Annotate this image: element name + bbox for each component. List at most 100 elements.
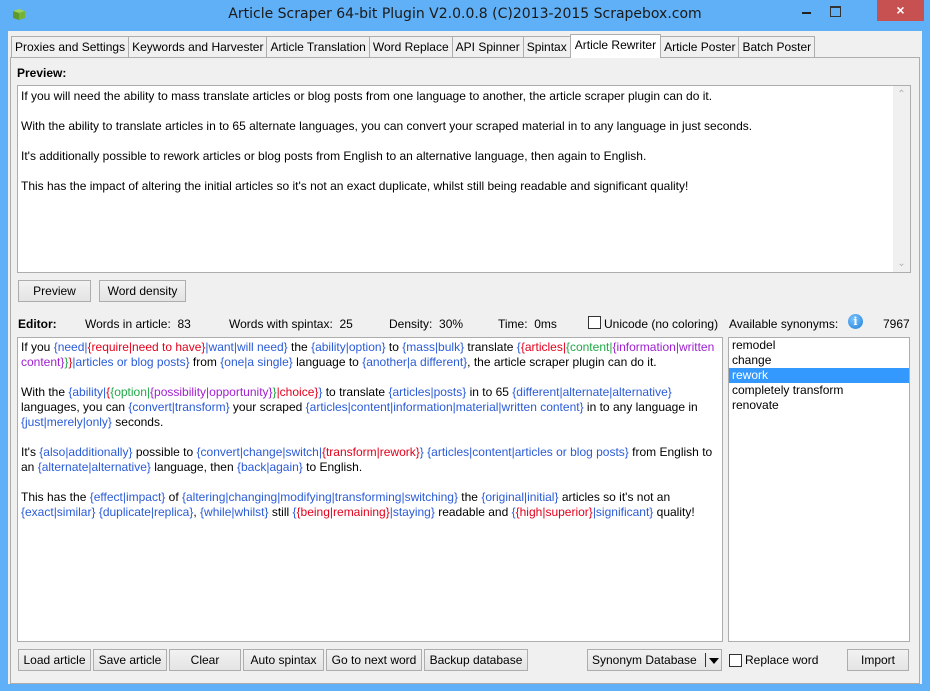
words-with-spintax-value: 25 <box>339 317 353 331</box>
synonym-item[interactable]: renovate <box>729 398 909 413</box>
spintax-segment: {possibility|opportunity} <box>150 385 273 399</box>
info-icon[interactable]: i <box>848 314 863 329</box>
text-segment: languages, you can <box>21 400 129 414</box>
time-value: 0ms <box>534 317 557 331</box>
synonym-item[interactable]: rework <box>729 368 909 383</box>
density-value: 30% <box>439 317 464 331</box>
editor-paragraph: If you {need|{require|need to have}|want… <box>21 340 716 370</box>
tab-bar: Proxies and Settings Keywords and Harvest… <box>11 34 816 58</box>
text-segment: It's <box>21 445 40 459</box>
text-segment: the <box>287 340 312 354</box>
text-segment: articles so it's not an <box>558 490 671 504</box>
tab-spintax[interactable]: Spintax <box>522 36 571 57</box>
spintax-segment: {content| <box>565 340 613 354</box>
synonym-database-dropdown[interactable]: Synonym Database <box>587 649 722 671</box>
spintax-segment: {convert|change|switch| <box>196 445 322 459</box>
preview-paragraph: It's additionally possible to rework art… <box>21 149 647 163</box>
clear-button[interactable]: Clear <box>169 649 241 671</box>
text-segment: quality! <box>653 505 695 519</box>
minimize-button[interactable] <box>793 0 819 21</box>
tab-article-translation[interactable]: Article Translation <box>266 36 370 57</box>
spintax-segment: {transform|rework} <box>321 445 420 459</box>
tab-keywords-and-harvester[interactable]: Keywords and Harvester <box>128 36 268 57</box>
tab-article-poster[interactable]: Article Poster <box>660 36 740 57</box>
scroll-down-icon[interactable]: ⌄ <box>893 255 910 272</box>
load-article-button[interactable]: Load article <box>18 649 91 671</box>
spintax-segment: {duplicate|replica} <box>98 505 194 519</box>
text-segment: still <box>268 505 293 519</box>
close-icon: × <box>896 2 905 18</box>
spintax-segment: {exact|similar} <box>21 505 96 519</box>
available-synonyms-label: Available synonyms: <box>729 317 839 331</box>
tab-batch-poster[interactable]: Batch Poster <box>738 36 816 57</box>
tab-proxies-and-settings[interactable]: Proxies and Settings <box>11 36 130 57</box>
text-segment: If you <box>21 340 54 354</box>
preview-button[interactable]: Preview <box>18 280 91 302</box>
spintax-segment: {articles| <box>520 340 566 354</box>
tab-word-replace[interactable]: Word Replace <box>368 36 453 57</box>
editor-paragraph: This has the {effect|impact} of {alterin… <box>21 490 716 520</box>
replace-word-label: Replace word <box>745 653 819 667</box>
spintax-segment: {ability| <box>68 385 107 399</box>
spintax-segment: {articles|posts} <box>388 385 467 399</box>
spintax-segment: |choice} <box>276 385 319 399</box>
text-segment: in to 65 <box>466 385 513 399</box>
preview-label: Preview: <box>17 66 67 80</box>
density-stat: Density: 30% <box>389 317 463 331</box>
synonym-item[interactable]: completely transform <box>729 383 909 398</box>
window-client: Proxies and Settings Keywords and Harvest… <box>8 31 922 684</box>
spintax-segment: |significant} <box>592 505 654 519</box>
save-article-button[interactable]: Save article <box>93 649 167 671</box>
close-button[interactable]: × <box>877 0 924 21</box>
spintax-segment: {high|superior} <box>515 505 593 519</box>
preview-text: If you will need the ability to mass tra… <box>21 89 881 209</box>
dropdown-separator <box>705 653 706 667</box>
text-segment: the <box>457 490 482 504</box>
spintax-segment: {being|remaining} <box>296 505 390 519</box>
synonyms-count: 7967 <box>883 317 910 331</box>
go-to-next-word-button[interactable]: Go to next word <box>326 649 422 671</box>
synonym-item[interactable]: change <box>729 353 909 368</box>
unicode-checkbox[interactable] <box>588 316 601 329</box>
preview-paragraph: If you will need the ability to mass tra… <box>21 89 713 103</box>
spintax-segment: {require|need to have} <box>87 340 206 354</box>
text-segment: readable and <box>434 505 512 519</box>
editor-paragraph: It's {also|additionally} possible to {co… <box>21 445 716 475</box>
editor-textbox[interactable]: If you {need|{require|need to have}|want… <box>17 337 723 642</box>
spintax-segment: {back|again} <box>236 460 303 474</box>
import-button[interactable]: Import <box>847 649 909 671</box>
time-label: Time: <box>498 317 528 331</box>
unicode-label: Unicode (no coloring) <box>604 317 719 331</box>
words-in-article-stat: Words in article: 83 <box>85 317 191 331</box>
word-density-button[interactable]: Word density <box>99 280 186 302</box>
scroll-up-icon[interactable]: ⌃ <box>893 86 910 103</box>
synonyms-list[interactable]: remodel change rework completely transform r… <box>728 337 910 642</box>
chevron-down-icon[interactable] <box>709 658 719 664</box>
spintax-segment: {just|merely|only} <box>21 415 112 429</box>
preview-paragraph: With the ability to translate articles i… <box>21 119 753 133</box>
synonym-item[interactable]: remodel <box>729 338 909 353</box>
words-with-spintax-label: Words with spintax: <box>229 317 333 331</box>
auto-spintax-button[interactable]: Auto spintax <box>243 649 324 671</box>
text-segment: from <box>189 355 221 369</box>
title-bar: Article Scraper 64-bit Plugin V2.0.0.8 (… <box>0 0 930 31</box>
tab-article-rewriter[interactable]: Article Rewriter <box>569 34 662 58</box>
preview-scrollbar[interactable]: ⌃ ⌄ <box>893 86 910 272</box>
text-segment: to translate <box>322 385 389 399</box>
text-segment: language, then <box>150 460 237 474</box>
replace-word-checkbox[interactable] <box>729 654 742 667</box>
editor-paragraph: With the {ability|{{option|{possibility|… <box>21 385 716 430</box>
text-segment: to English. <box>302 460 363 474</box>
words-with-spintax-stat: Words with spintax: 25 <box>229 317 353 331</box>
backup-database-button[interactable]: Backup database <box>424 649 528 671</box>
tab-api-spinner[interactable]: API Spinner <box>451 36 524 57</box>
maximize-button[interactable] <box>822 0 848 21</box>
editor-text: If you {need|{require|need to have}|want… <box>21 340 716 535</box>
spintax-segment: {mass|bulk} <box>402 340 465 354</box>
text-segment: your scraped <box>229 400 306 414</box>
text-segment: , the article scraper plugin can do it. <box>467 355 657 369</box>
spintax-segment: |want|will need} <box>205 340 288 354</box>
preview-textbox[interactable]: If you will need the ability to mass tra… <box>17 85 911 273</box>
text-segment: to <box>385 340 403 354</box>
synonym-database-label: Synonym Database <box>592 653 697 667</box>
